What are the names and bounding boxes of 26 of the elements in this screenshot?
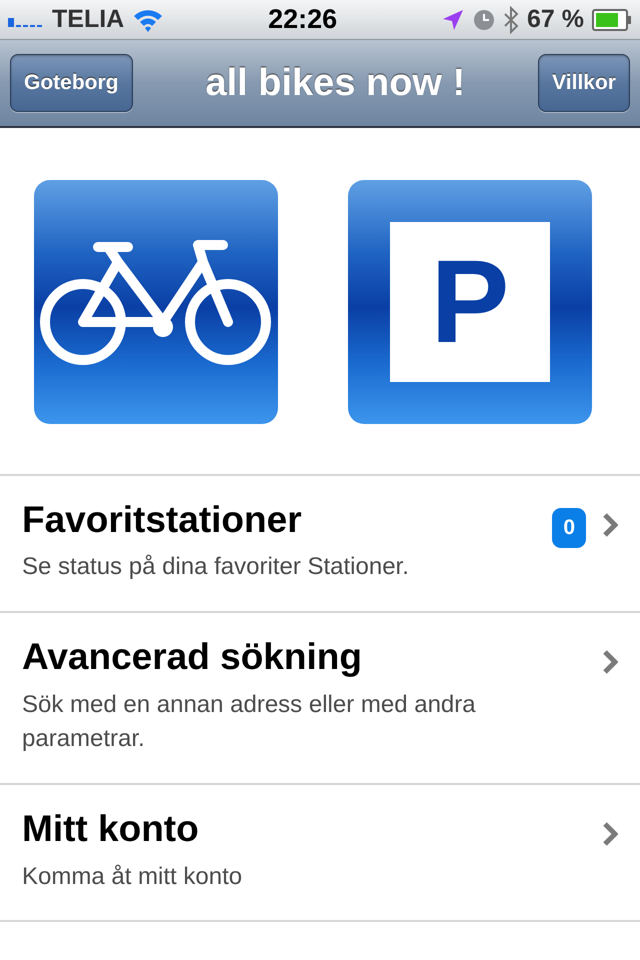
app-title: all bikes now !: [205, 60, 466, 106]
city-button[interactable]: Goteborg: [10, 54, 132, 112]
bluetooth-icon: [503, 6, 520, 34]
parking-button[interactable]: P: [348, 180, 592, 424]
battery-icon: [592, 8, 632, 30]
row-subtitle: Se status på dina favoriter Stationer.: [22, 552, 410, 582]
chevron-icon: [602, 512, 618, 538]
chevron-icon: [602, 649, 618, 676]
location-arrow-icon: [441, 8, 466, 32]
bike-button[interactable]: [34, 180, 278, 424]
row-subtitle: Sök med en annan adress eller med andra parametrar.: [22, 690, 477, 754]
chevron-icon: [602, 821, 618, 848]
row-title: Mitt konto: [22, 807, 200, 852]
row-title: Avancerad sökning: [22, 635, 363, 680]
battery-percent: 67 %: [527, 4, 584, 35]
row-subtitle: Komma åt mitt konto: [22, 862, 244, 892]
row-title: Favoritstationer: [22, 498, 303, 542]
count-badge: 0: [552, 508, 586, 548]
parking-letter: P: [430, 243, 510, 361]
wifi-icon: [132, 8, 164, 32]
bicycle-icon: [38, 237, 274, 367]
terms-button[interactable]: Villkor: [538, 54, 630, 112]
clock-time: 22:26: [268, 3, 338, 36]
menu-row[interactable]: Mitt konto Komma åt mitt konto: [0, 783, 640, 922]
carrier-name: TELIA: [52, 4, 124, 35]
alarm-clock-icon: [473, 8, 496, 30]
